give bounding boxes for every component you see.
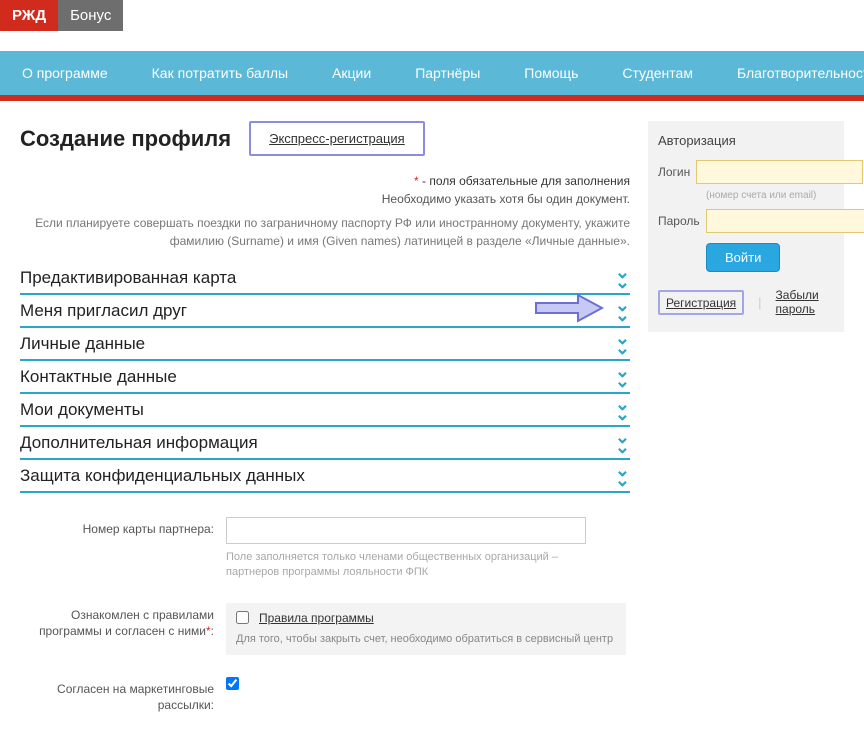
accordion-privacy[interactable]: Защита конфиденциальных данных ⌄⌄	[20, 460, 630, 493]
logo-rzd: РЖД	[0, 0, 58, 31]
accordion-label: Защита конфиденциальных данных	[20, 466, 305, 486]
express-registration-box[interactable]: Экспресс-регистрация	[249, 121, 425, 156]
chevron-down-icon: ⌄⌄	[615, 433, 630, 453]
password-label: Пароль	[658, 214, 700, 228]
partner-card-input[interactable]	[226, 517, 586, 544]
marketing-checkbox[interactable]	[226, 677, 239, 690]
agree-rules-checkbox[interactable]	[236, 611, 249, 624]
accordion-label: Мои документы	[20, 400, 144, 420]
nav-spend-points[interactable]: Как потратить баллы	[130, 51, 310, 95]
register-link-highlight[interactable]: Регистрация	[658, 290, 744, 315]
page-title: Создание профиля	[20, 126, 231, 152]
nav-students[interactable]: Студентам	[600, 51, 715, 95]
main-column: Создание профиля Экспресс-регистрация * …	[20, 121, 630, 736]
accordion-preactivated-card[interactable]: Предактивированная карта ⌄⌄	[20, 262, 630, 295]
partner-card-label: Номер карты партнера:	[20, 517, 214, 581]
highlight-arrow-icon	[534, 291, 606, 325]
accordion-friend-invite[interactable]: Меня пригласил друг ⌄⌄	[20, 295, 630, 328]
forgot-password-link[interactable]: Забыли пароль	[776, 288, 834, 316]
accordion-documents[interactable]: Мои документы ⌄⌄	[20, 394, 630, 427]
nav-partners[interactable]: Партнёры	[393, 51, 502, 95]
partner-card-hint: Поле заполняется только членами обществе…	[226, 550, 606, 581]
accordion-label: Дополнительная информация	[20, 433, 258, 453]
chevron-down-icon: ⌄⌄	[615, 367, 630, 387]
accordion-label: Контактные данные	[20, 367, 177, 387]
agree-rules-label: Ознакомлен с правилами программы и согла…	[20, 603, 214, 655]
accordion-contact-data[interactable]: Контактные данные ⌄⌄	[20, 361, 630, 394]
chevron-down-icon: ⌄⌄	[615, 400, 630, 420]
chevron-down-icon: ⌄⌄	[615, 268, 630, 288]
chevron-down-icon: ⌄⌄	[615, 301, 630, 321]
marketing-label: Согласен на маркетинговые рассылки:	[20, 677, 214, 713]
top-logo-bar: РЖД Бонус	[0, 0, 864, 31]
program-rules-link[interactable]: Правила программы	[259, 611, 374, 625]
auth-title: Авторизация	[658, 133, 834, 148]
login-input[interactable]	[696, 160, 863, 184]
chevron-down-icon: ⌄⌄	[615, 334, 630, 354]
main-nav: О программе Как потратить баллы Акции Па…	[0, 51, 864, 95]
passport-note: Если планируете совершать поездки по заг…	[20, 214, 630, 250]
agree-rules-hint: Для того, чтобы закрыть счет, необходимо…	[236, 632, 616, 647]
chevron-down-icon: ⌄⌄	[615, 466, 630, 486]
accordion-personal-data[interactable]: Личные данные ⌄⌄	[20, 328, 630, 361]
accordion-label: Предактивированная карта	[20, 268, 236, 288]
nav-charity[interactable]: Благотворительность	[715, 51, 864, 95]
register-link[interactable]: Регистрация	[666, 296, 736, 310]
document-note: Необходимо указать хотя бы один документ…	[20, 192, 630, 206]
logo-bonus: Бонус	[58, 0, 123, 31]
login-label: Логин	[658, 165, 690, 179]
accordion: Предактивированная карта ⌄⌄ Меня приглас…	[20, 262, 630, 493]
accordion-label: Личные данные	[20, 334, 145, 354]
link-divider: |	[758, 295, 761, 310]
password-input[interactable]	[706, 209, 864, 233]
express-registration-link[interactable]: Экспресс-регистрация	[269, 131, 405, 146]
nav-help[interactable]: Помощь	[502, 51, 600, 95]
accordion-additional-info[interactable]: Дополнительная информация ⌄⌄	[20, 427, 630, 460]
nav-promotions[interactable]: Акции	[310, 51, 393, 95]
login-button[interactable]: Войти	[706, 243, 780, 272]
required-fields-note: * - поля обязательные для заполнения	[20, 174, 630, 188]
login-hint: (номер счета или email)	[706, 190, 834, 201]
auth-sidebar: Авторизация Логин (номер счета или email…	[648, 121, 844, 332]
accordion-label: Меня пригласил друг	[20, 301, 187, 321]
nav-about[interactable]: О программе	[0, 51, 130, 95]
